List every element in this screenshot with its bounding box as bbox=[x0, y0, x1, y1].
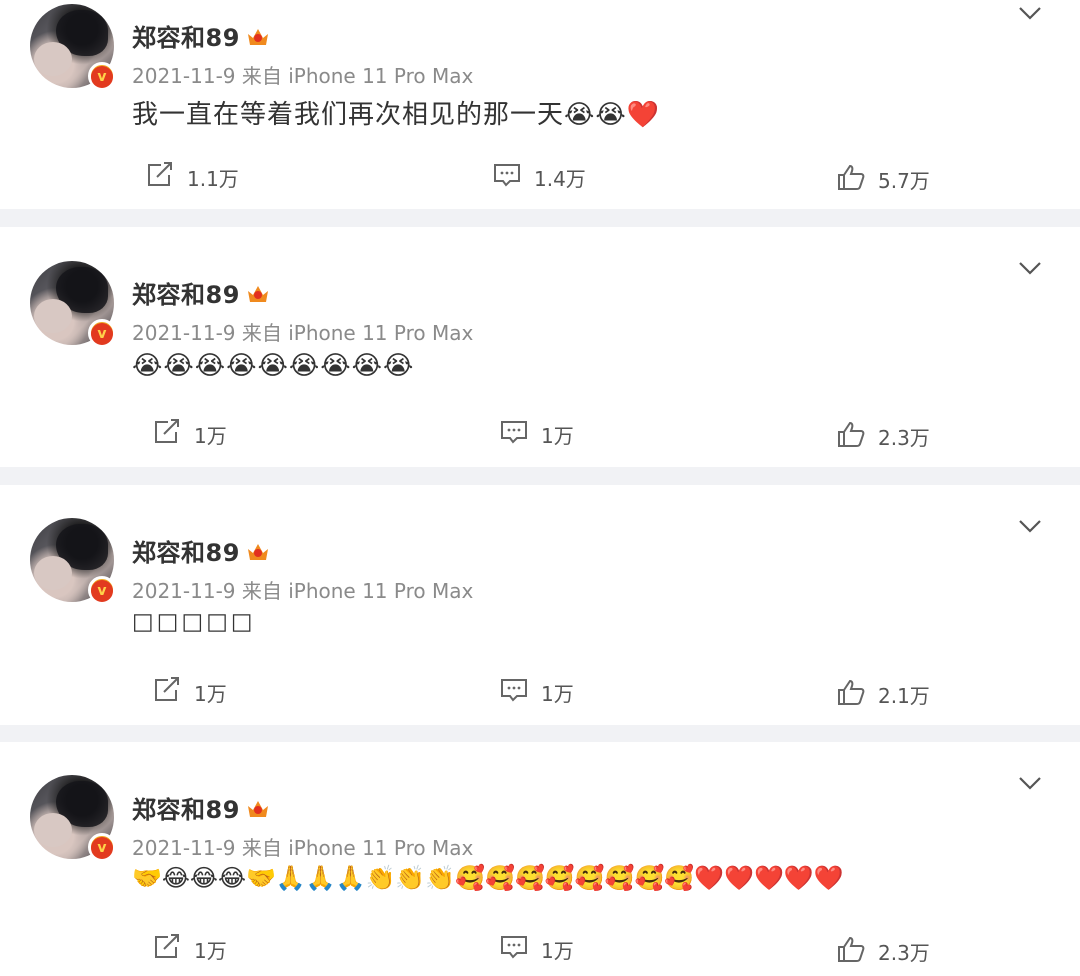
avatar[interactable]: v bbox=[30, 261, 116, 347]
weibo-feed: v 郑容和89 2021-11-9 来自 iPhone 11 Pro Max 我… bbox=[0, 0, 1080, 976]
post-card: v 郑容和89 2021-11-9 来自 iPhone 11 Pro Max □… bbox=[0, 485, 1080, 725]
post-meta: 2021-11-9 来自 iPhone 11 Pro Max bbox=[132, 64, 474, 88]
like-count: 2.3万 bbox=[878, 940, 930, 965]
like-count: 5.7万 bbox=[878, 168, 930, 193]
repost-count: 1.1万 bbox=[187, 166, 239, 191]
thumbs-up-icon bbox=[836, 420, 866, 453]
avatar[interactable]: v bbox=[30, 775, 116, 861]
like-button[interactable]: 2.3万 bbox=[836, 421, 930, 451]
post-content: 我一直在等着我们再次相见的那一天😭😭❤️ bbox=[132, 100, 661, 130]
crown-icon bbox=[246, 283, 270, 303]
comment-count: 1万 bbox=[541, 681, 574, 706]
verified-badge-icon: v bbox=[88, 833, 116, 861]
comment-icon bbox=[492, 161, 522, 194]
repost-count: 1万 bbox=[194, 681, 227, 706]
repost-button[interactable]: 1万 bbox=[152, 418, 227, 451]
like-count: 2.3万 bbox=[878, 425, 930, 450]
thumbs-up-icon bbox=[836, 935, 866, 968]
post-card: v 郑容和89 2021-11-9 来自 iPhone 11 Pro Max 🤝… bbox=[0, 742, 1080, 976]
post-card: v 郑容和89 2021-11-9 来自 iPhone 11 Pro Max 我… bbox=[0, 0, 1080, 209]
comment-icon bbox=[499, 418, 529, 451]
repost-count: 1万 bbox=[194, 423, 227, 448]
repost-count: 1万 bbox=[194, 938, 227, 963]
post-meta: 2021-11-9 来自 iPhone 11 Pro Max bbox=[132, 321, 474, 345]
verified-badge-icon: v bbox=[88, 62, 116, 90]
chevron-down-icon[interactable] bbox=[1016, 517, 1044, 535]
comment-count: 1万 bbox=[541, 423, 574, 448]
post-content: 🤝😂😂😂🤝🙏🙏🙏👏👏👏🥰🥰🥰🥰🥰🥰🥰🥰❤️❤️❤️❤️❤️ bbox=[132, 864, 844, 892]
verified-badge-icon: v bbox=[88, 576, 116, 604]
repost-button[interactable]: 1.1万 bbox=[145, 161, 239, 194]
chevron-down-icon[interactable] bbox=[1016, 774, 1044, 792]
comment-count: 1.4万 bbox=[534, 166, 586, 191]
repost-button[interactable]: 1万 bbox=[152, 933, 227, 966]
like-count: 2.1万 bbox=[878, 683, 930, 708]
repost-icon bbox=[145, 161, 175, 194]
post-card: v 郑容和89 2021-11-9 来自 iPhone 11 Pro Max 😭… bbox=[0, 227, 1080, 467]
avatar[interactable]: v bbox=[30, 518, 116, 604]
chevron-down-icon[interactable] bbox=[1016, 4, 1044, 22]
like-button[interactable]: 2.3万 bbox=[836, 936, 930, 966]
comment-button[interactable]: 1万 bbox=[499, 934, 574, 964]
post-content: 😭😭😭😭😭😭😭😭😭 bbox=[132, 351, 415, 381]
post-content: □□□□□ bbox=[132, 609, 256, 635]
username[interactable]: 郑容和89 bbox=[132, 275, 270, 310]
crown-icon bbox=[246, 798, 270, 818]
thumbs-up-icon bbox=[836, 678, 866, 711]
comment-button[interactable]: 1.4万 bbox=[492, 162, 586, 192]
repost-icon bbox=[152, 676, 182, 709]
crown-icon bbox=[246, 26, 270, 46]
comment-button[interactable]: 1万 bbox=[499, 419, 574, 449]
comment-icon bbox=[499, 933, 529, 966]
like-button[interactable]: 5.7万 bbox=[836, 164, 930, 194]
repost-icon bbox=[152, 418, 182, 451]
chevron-down-icon[interactable] bbox=[1016, 259, 1044, 277]
username[interactable]: 郑容和89 bbox=[132, 533, 270, 568]
crown-icon bbox=[246, 541, 270, 561]
like-button[interactable]: 2.1万 bbox=[836, 679, 930, 709]
thumbs-up-icon bbox=[836, 163, 866, 196]
repost-button[interactable]: 1万 bbox=[152, 676, 227, 709]
post-meta: 2021-11-9 来自 iPhone 11 Pro Max bbox=[132, 836, 474, 860]
avatar[interactable]: v bbox=[30, 4, 116, 90]
comment-icon bbox=[499, 676, 529, 709]
comment-count: 1万 bbox=[541, 938, 574, 963]
comment-button[interactable]: 1万 bbox=[499, 677, 574, 707]
repost-icon bbox=[152, 933, 182, 966]
post-meta: 2021-11-9 来自 iPhone 11 Pro Max bbox=[132, 579, 474, 603]
verified-badge-icon: v bbox=[88, 319, 116, 347]
username[interactable]: 郑容和89 bbox=[132, 18, 270, 53]
username[interactable]: 郑容和89 bbox=[132, 790, 270, 825]
